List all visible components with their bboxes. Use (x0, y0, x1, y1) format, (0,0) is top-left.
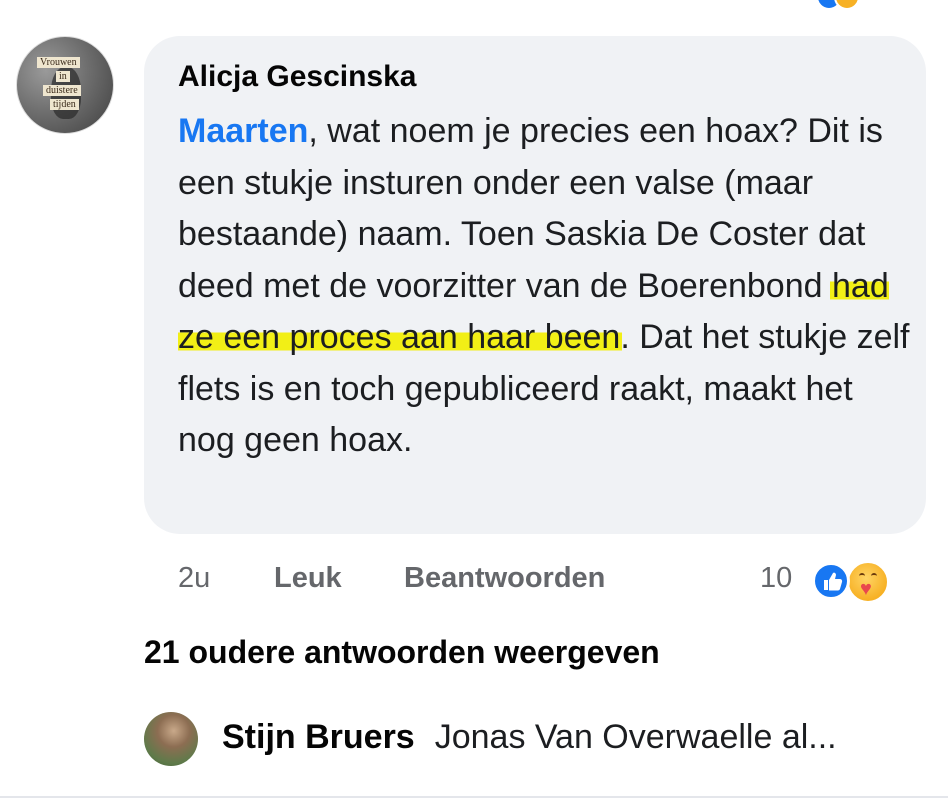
reply-avatar[interactable] (144, 712, 198, 766)
comment-timestamp[interactable]: 2u (178, 562, 210, 595)
cover-text-line: in (56, 71, 70, 82)
heart-icon: ♥ (860, 578, 872, 600)
view-older-replies-link[interactable]: 21 oudere antwoorden weergeven (144, 634, 660, 671)
cover-text-line: tijden (50, 99, 79, 110)
top-reactions[interactable] (816, 0, 876, 10)
cover-text-line: Vrouwen (37, 57, 80, 68)
avatar[interactable]: Vrouwen in duistere tijden (16, 36, 114, 134)
comment-text: Maarten, wat noem je precies een hoax? D… (178, 106, 918, 467)
like-icon[interactable] (812, 562, 850, 600)
comment-bubble: Alicja Gescinska Maarten, wat noem je pr… (144, 36, 926, 534)
cover-text-line: duistere (43, 85, 81, 96)
reaction-count[interactable]: 10 (760, 562, 792, 595)
care-icon (834, 0, 860, 10)
mention-link[interactable]: Maarten (178, 112, 308, 150)
reply-button[interactable]: Beantwoorden (404, 562, 605, 595)
like-button[interactable]: Leuk (274, 562, 342, 595)
comment-author[interactable]: Alicja Gescinska (178, 60, 416, 94)
reply-preview[interactable]: Stijn Bruers Jonas Van Overwaelle al... (222, 718, 837, 757)
care-icon[interactable]: ♥ (846, 560, 890, 604)
reply-text: Jonas Van Overwaelle al... (434, 718, 837, 756)
reply-author[interactable]: Stijn Bruers (222, 718, 415, 756)
